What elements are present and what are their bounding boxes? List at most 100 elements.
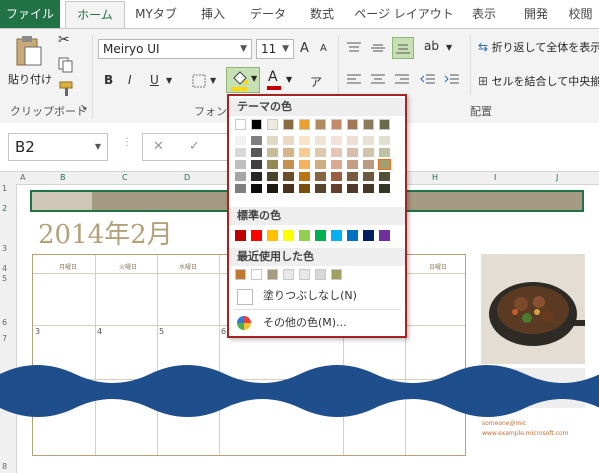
- theme-shade-swatch[interactable]: [283, 172, 294, 181]
- increase-indent-icon[interactable]: [444, 73, 460, 87]
- theme-shade-swatch[interactable]: [235, 148, 246, 157]
- theme-shade-swatch[interactable]: [267, 160, 278, 169]
- row-header[interactable]: 3: [2, 244, 7, 253]
- chevron-down-icon[interactable]: ▼: [446, 43, 452, 52]
- column-header[interactable]: B: [60, 172, 66, 184]
- theme-shade-swatch[interactable]: [331, 136, 342, 145]
- row-header[interactable]: 7: [2, 334, 7, 343]
- tab-home[interactable]: ホーム: [65, 1, 125, 29]
- row-header[interactable]: 5: [2, 274, 7, 283]
- tab-insert[interactable]: 挿入: [190, 0, 236, 28]
- theme-shade-swatch[interactable]: [299, 136, 310, 145]
- recent-color-swatch[interactable]: [251, 269, 262, 280]
- theme-shade-swatch[interactable]: [315, 148, 326, 157]
- more-colors-item[interactable]: その他の色(M)...: [229, 312, 405, 334]
- theme-shade-swatch[interactable]: [363, 148, 374, 157]
- theme-shade-swatch[interactable]: [363, 184, 374, 193]
- recent-color-swatch[interactable]: [315, 269, 326, 280]
- theme-shade-swatch[interactable]: [347, 160, 358, 169]
- theme-shade-swatch[interactable]: [267, 172, 278, 181]
- fill-color-button[interactable]: ▼: [226, 67, 260, 93]
- format-painter-icon[interactable]: [58, 81, 74, 97]
- theme-shade-swatch[interactable]: [315, 160, 326, 169]
- theme-shade-swatch[interactable]: [235, 160, 246, 169]
- drag-handle-icon[interactable]: ⋮: [122, 137, 132, 148]
- copy-icon[interactable]: [58, 57, 74, 73]
- theme-shade-swatch[interactable]: [347, 148, 358, 157]
- align-right-icon[interactable]: [394, 73, 410, 87]
- theme-shade-swatch[interactable]: [378, 159, 391, 170]
- cut-icon[interactable]: ✂: [58, 32, 70, 48]
- align-left-icon[interactable]: [346, 73, 362, 87]
- theme-color-swatch[interactable]: [347, 119, 358, 130]
- theme-shade-swatch[interactable]: [283, 184, 294, 193]
- theme-shade-swatch[interactable]: [347, 136, 358, 145]
- theme-shade-swatch[interactable]: [379, 184, 390, 193]
- theme-shade-swatch[interactable]: [363, 160, 374, 169]
- merge-center-button[interactable]: ⊞ セルを結合して中央揃: [478, 73, 599, 93]
- recent-color-swatch[interactable]: [283, 269, 294, 280]
- standard-color-swatch[interactable]: [235, 230, 246, 241]
- standard-color-swatch[interactable]: [283, 230, 294, 241]
- column-header[interactable]: I: [494, 172, 496, 184]
- tab-page-layout[interactable]: ページ レイアウト: [352, 0, 456, 28]
- tab-mytab[interactable]: MYタブ: [130, 0, 182, 28]
- phonetic-icon[interactable]: ア: [310, 73, 322, 90]
- no-fill-item[interactable]: 塗りつぶしなし(N): [229, 285, 405, 307]
- row-header[interactable]: 6: [2, 318, 7, 327]
- theme-shade-swatch[interactable]: [363, 172, 374, 181]
- theme-shade-swatch[interactable]: [251, 184, 262, 193]
- theme-shade-swatch[interactable]: [331, 184, 342, 193]
- row-header[interactable]: 2: [2, 204, 7, 213]
- tab-review[interactable]: 校閲: [562, 0, 599, 28]
- standard-color-swatch[interactable]: [347, 230, 358, 241]
- standard-color-swatch[interactable]: [299, 230, 310, 241]
- recent-color-swatch[interactable]: [331, 269, 342, 280]
- tab-formulas[interactable]: 数式: [300, 0, 344, 28]
- standard-color-swatch[interactable]: [267, 230, 278, 241]
- chevron-down-icon[interactable]: ▼: [166, 76, 172, 85]
- theme-shade-swatch[interactable]: [283, 160, 294, 169]
- grow-font-button[interactable]: A: [300, 41, 309, 56]
- theme-color-swatch[interactable]: [363, 119, 374, 130]
- theme-shade-swatch[interactable]: [235, 184, 246, 193]
- italic-button[interactable]: I: [128, 73, 132, 87]
- theme-shade-swatch[interactable]: [283, 136, 294, 145]
- theme-color-swatch[interactable]: [283, 119, 294, 130]
- underline-button[interactable]: U: [150, 73, 159, 87]
- column-header[interactable]: J: [556, 172, 558, 184]
- theme-color-swatch[interactable]: [251, 119, 262, 130]
- theme-shade-swatch[interactable]: [299, 184, 310, 193]
- row-header[interactable]: 8: [2, 462, 7, 471]
- standard-color-swatch[interactable]: [315, 230, 326, 241]
- theme-color-swatch[interactable]: [315, 119, 326, 130]
- theme-shade-swatch[interactable]: [379, 172, 390, 181]
- align-top-icon[interactable]: [346, 41, 362, 55]
- wrap-text-button[interactable]: ⇆ 折り返して全体を表示: [478, 39, 599, 59]
- theme-shade-swatch[interactable]: [267, 148, 278, 157]
- align-middle-icon[interactable]: [370, 41, 386, 55]
- theme-shade-swatch[interactable]: [347, 172, 358, 181]
- font-name-combo[interactable]: Meiryo UI ▼: [98, 39, 252, 59]
- theme-shade-swatch[interactable]: [251, 160, 262, 169]
- column-header[interactable]: A: [20, 172, 25, 184]
- theme-shade-swatch[interactable]: [235, 136, 246, 145]
- standard-color-swatch[interactable]: [251, 230, 262, 241]
- tab-view[interactable]: 表示: [462, 0, 506, 28]
- theme-shade-swatch[interactable]: [315, 136, 326, 145]
- row-header[interactable]: 1: [2, 184, 7, 193]
- theme-shade-swatch[interactable]: [347, 184, 358, 193]
- orientation-icon[interactable]: ab: [424, 39, 439, 53]
- theme-shade-swatch[interactable]: [299, 172, 310, 181]
- theme-shade-swatch[interactable]: [315, 184, 326, 193]
- theme-shade-swatch[interactable]: [267, 184, 278, 193]
- cancel-icon[interactable]: ✕: [153, 139, 164, 154]
- borders-icon[interactable]: [192, 74, 206, 88]
- theme-color-swatch[interactable]: [267, 119, 278, 130]
- theme-shade-swatch[interactable]: [267, 136, 278, 145]
- chevron-down-icon[interactable]: ▼: [210, 76, 216, 85]
- recent-color-swatch[interactable]: [235, 269, 246, 280]
- theme-shade-swatch[interactable]: [283, 148, 294, 157]
- theme-color-swatch[interactable]: [235, 119, 246, 130]
- theme-color-swatch[interactable]: [331, 119, 342, 130]
